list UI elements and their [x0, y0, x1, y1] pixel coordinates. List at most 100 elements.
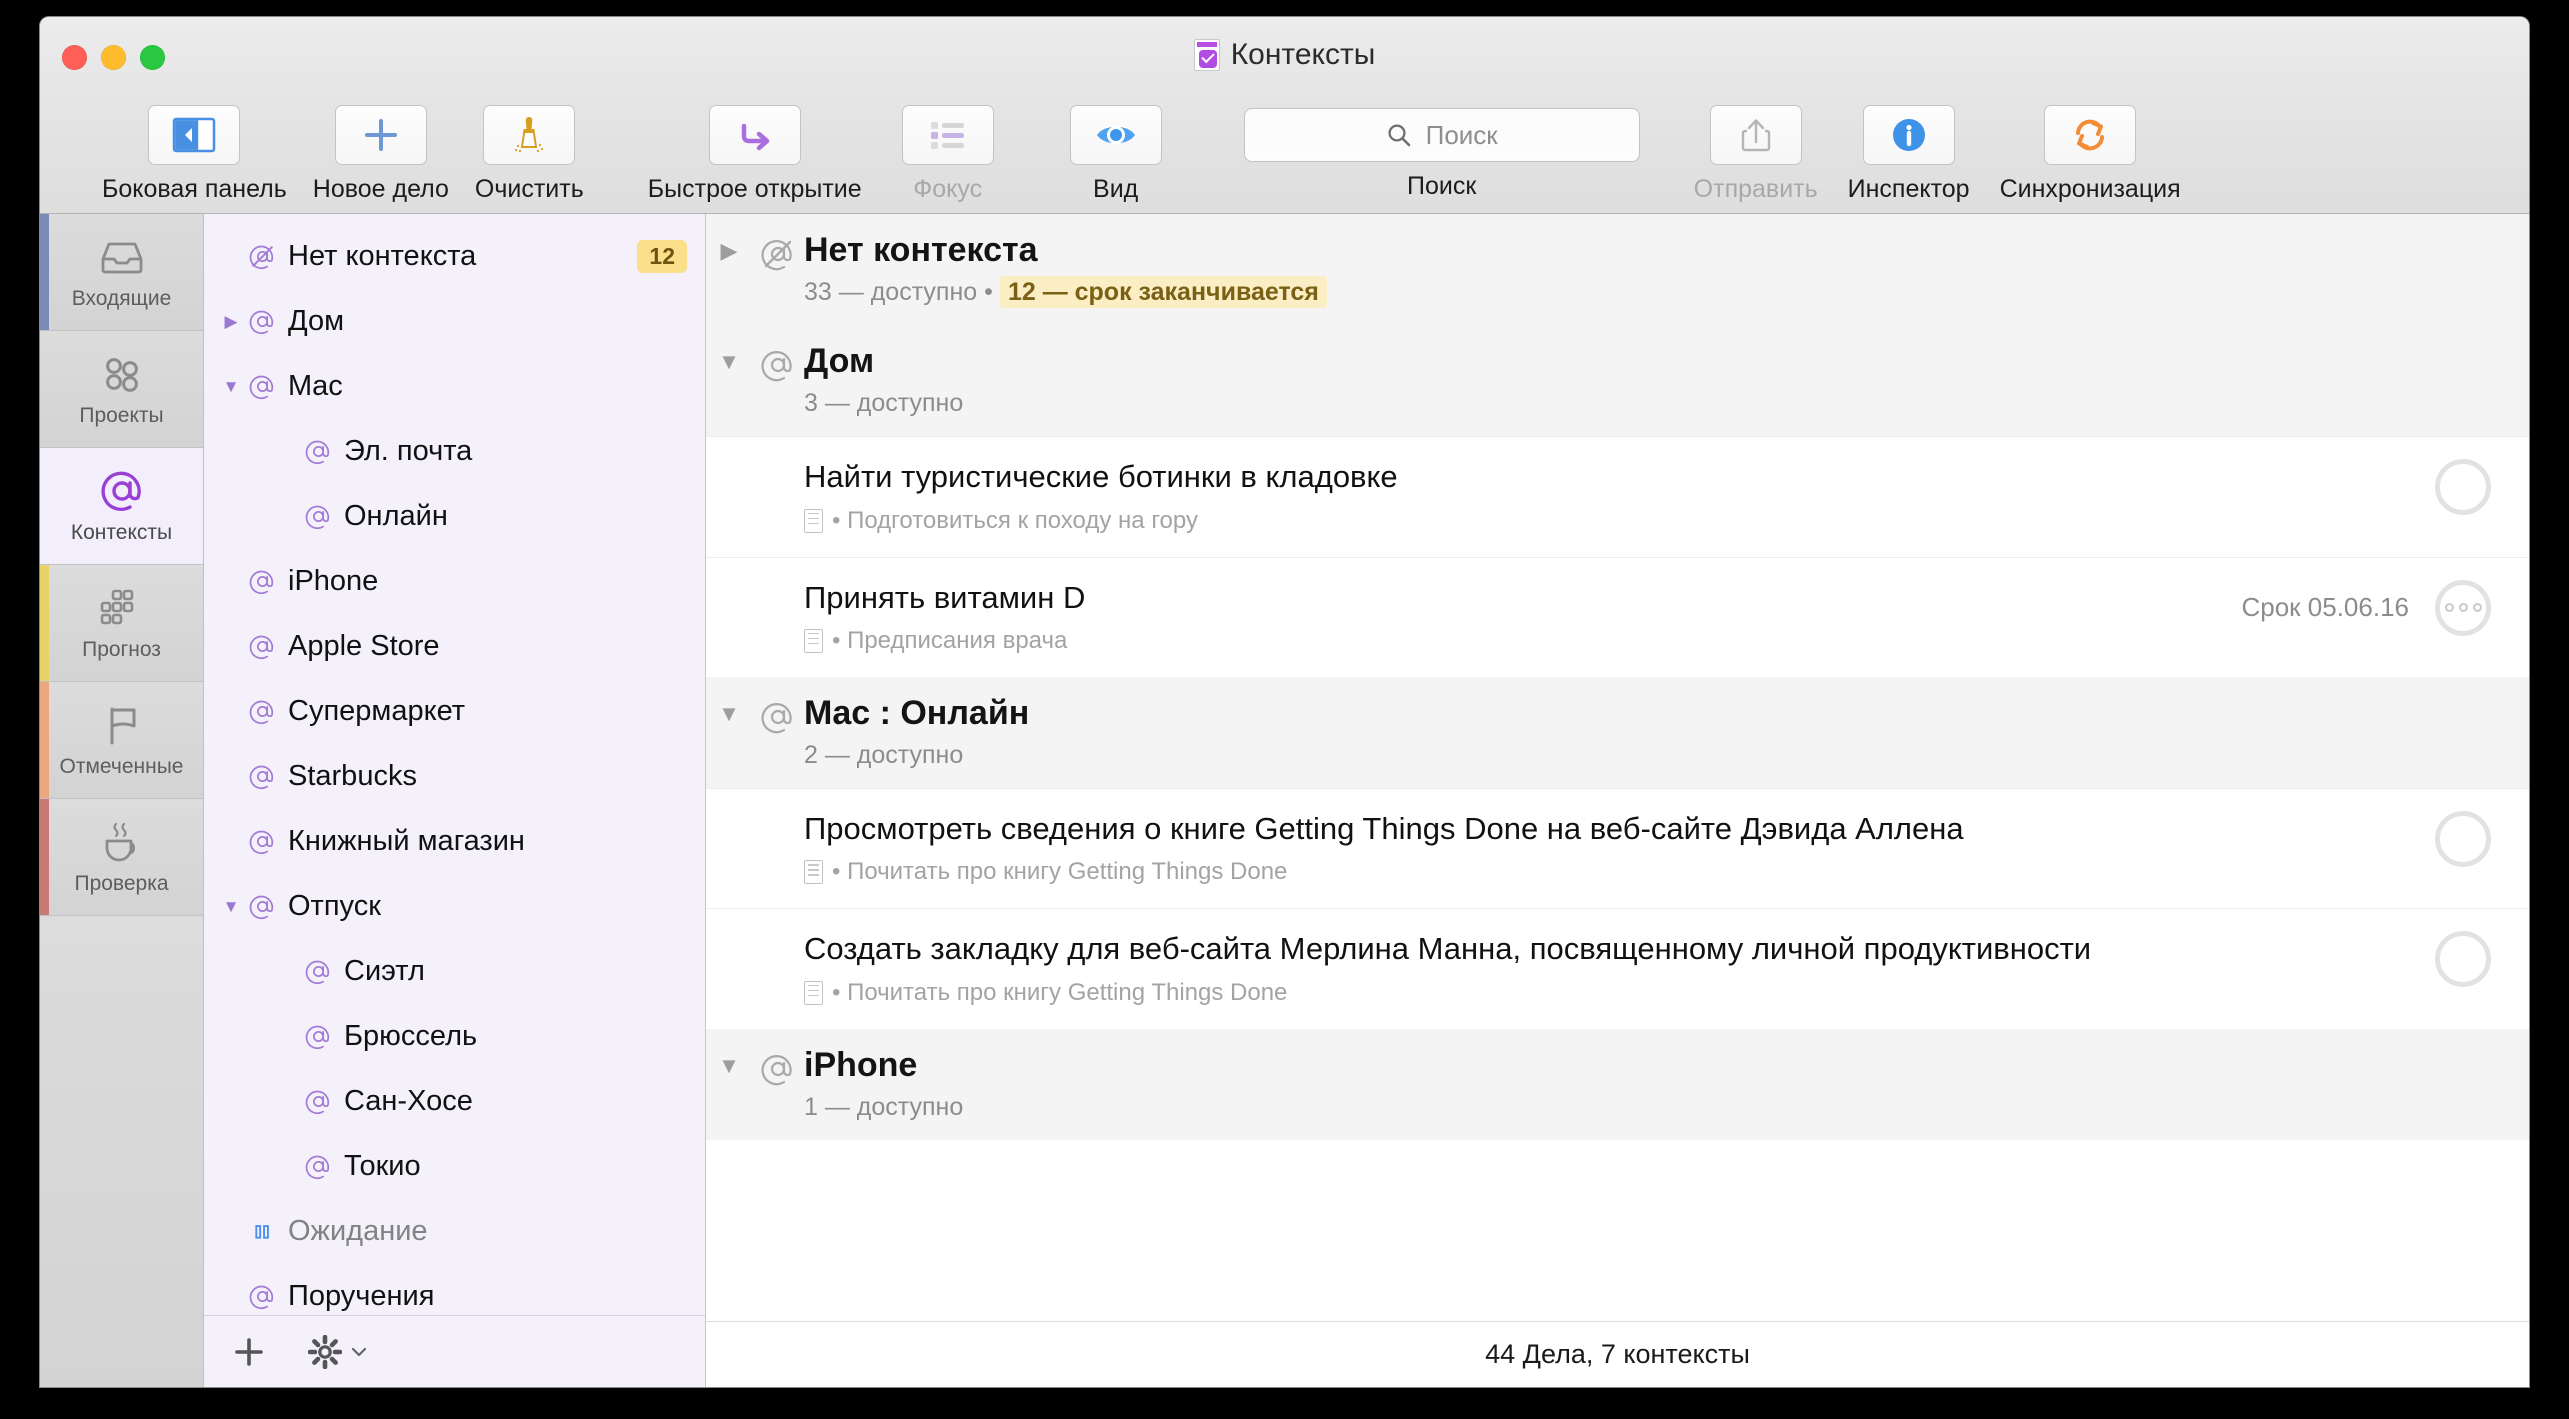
sidebar-item-projects[interactable]: Проекты — [40, 331, 203, 448]
plus-icon[interactable] — [232, 1335, 266, 1369]
toolbar-label-sidebar: Боковая панель — [102, 175, 287, 203]
outline-group-header[interactable]: ▼ Дом 3 — доступно — [706, 325, 2529, 437]
toolbar-label-search: Поиск — [1407, 172, 1477, 200]
at-icon — [244, 566, 280, 597]
context-list-item[interactable]: Книжный магазин — [204, 809, 705, 874]
task-title[interactable]: Просмотреть сведения о книге Getting Thi… — [804, 809, 2419, 849]
context-list-item[interactable]: Нет контекста 12 — [204, 224, 705, 289]
context-list-item[interactable]: Сан-Хосе — [204, 1069, 705, 1134]
sidebar-toggle-button[interactable] — [148, 105, 241, 165]
sidebar-item-review[interactable]: Проверка — [40, 799, 203, 916]
disclosure-open-icon[interactable]: ▼ — [706, 1045, 752, 1079]
toolbar-item-sync[interactable]: Синхронизация — [2000, 105, 2181, 204]
sync-icon — [2076, 119, 2105, 151]
settings-menu-button[interactable] — [308, 1334, 368, 1369]
context-list-item[interactable]: ▼ Отпуск — [204, 874, 705, 939]
task-meta: • Почитать про книгу Getting Things Done — [804, 979, 2419, 1007]
at-icon — [761, 351, 792, 382]
group-title: Дом — [804, 342, 875, 381]
at-icon — [249, 635, 273, 660]
context-list-item[interactable]: Starbucks — [204, 744, 705, 809]
task-right — [2435, 809, 2529, 867]
task-title[interactable]: Создать закладку для веб-сайта Мерлина М… — [804, 929, 2419, 969]
disclosure-open-icon[interactable]: ▼ — [218, 377, 244, 397]
note-icon — [804, 860, 823, 885]
sync-button[interactable] — [2044, 105, 2137, 165]
new-task-button[interactable] — [334, 105, 427, 165]
at-icon — [300, 436, 336, 467]
empty-circle-icon[interactable] — [2435, 810, 2491, 867]
task-main: Просмотреть сведения о книге Getting Thi… — [706, 809, 2435, 886]
context-list-item-label: Брюссель — [344, 1020, 478, 1052]
toolbar-item-search[interactable]: Поиск Поиск — [1243, 105, 1640, 201]
inspector-button[interactable] — [1862, 105, 1955, 165]
toolbar-label-quick-open: Быстрое открытие — [647, 175, 862, 203]
task-main: Найти туристические ботинки в кладовке • … — [706, 457, 2435, 534]
at-icon — [244, 1281, 280, 1312]
context-list-item[interactable]: Поручения — [204, 1264, 705, 1315]
at-icon — [244, 306, 280, 337]
main-content: ▶ Нет контекста 33 — доступно • 12 — срок з… — [706, 214, 2529, 1387]
outline-group-header[interactable]: ▶ Нет контекста 33 — доступно • 12 — срок з… — [706, 214, 2529, 326]
context-list-item[interactable]: Брюссель — [204, 1004, 705, 1069]
empty-circle-icon[interactable] — [2435, 931, 2491, 988]
quick-open-button[interactable] — [708, 105, 801, 165]
task-outline[interactable]: ▶ Нет контекста 33 — доступно • 12 — срок з… — [706, 214, 2529, 1321]
disclosure-open-icon[interactable]: ▼ — [706, 693, 752, 727]
context-list-item-label: Apple Store — [288, 630, 440, 662]
context-list-item[interactable]: Супермаркет — [204, 679, 705, 744]
forecast-icon — [98, 585, 146, 631]
context-list-item[interactable]: iPhone — [204, 549, 705, 614]
toolbar-item-sidebar[interactable]: Боковая панель — [102, 105, 287, 204]
toolbar-item-clean-up[interactable]: Очистить — [475, 105, 584, 204]
focus-button[interactable] — [901, 105, 994, 165]
task-row[interactable]: Просмотреть сведения о книге Getting Thi… — [706, 787, 2529, 908]
toolbar-item-focus[interactable]: Фокус — [901, 105, 994, 204]
at-icon — [249, 375, 273, 400]
context-list-item[interactable]: Ожидание — [204, 1199, 705, 1264]
context-list-item[interactable]: ▶ Дом — [204, 289, 705, 354]
empty-circle-icon[interactable] — [2435, 459, 2491, 516]
disclosure-closed-icon[interactable]: ▶ — [706, 230, 752, 264]
toolbar-label-clean-up: Очистить — [474, 175, 584, 203]
sidebar-label-contexts: Контексты — [70, 520, 173, 544]
context-list-item[interactable]: Apple Store — [204, 614, 705, 679]
share-button[interactable] — [1709, 105, 1802, 165]
search-icon — [1388, 124, 1410, 147]
task-row[interactable]: Создать закладку для веб-сайта Мерлина М… — [706, 908, 2529, 1028]
context-list-item[interactable]: Эл. почта — [204, 419, 705, 484]
clean-up-button[interactable] — [483, 105, 576, 165]
outline-group-header[interactable]: ▼ Mac : Онлайн 2 — доступно — [706, 676, 2529, 788]
context-list-item[interactable]: Сиэтл — [204, 939, 705, 1004]
search-input[interactable]: Поиск — [1243, 108, 1640, 162]
task-project-label: • Подготовиться к походу на гору — [832, 506, 1198, 534]
sidebar-item-contexts[interactable]: Контексты — [40, 448, 203, 565]
toolbar-item-inspector[interactable]: Инспектор — [1848, 105, 1970, 204]
context-list[interactable]: Нет контекста 12 ▶ Дом ▼ Mac Эл. почта Онла… — [204, 214, 705, 1315]
repeating-circle-icon[interactable] — [2435, 579, 2491, 636]
disclosure-closed-icon[interactable]: ▶ — [218, 312, 244, 332]
disclosure-open-icon[interactable]: ▼ — [218, 897, 244, 917]
disclosure-open-icon[interactable]: ▼ — [706, 341, 752, 375]
sidebar-item-inbox[interactable]: Входящие — [40, 214, 203, 331]
task-row[interactable]: Принять витамин D • Предписания врача Срок… — [706, 556, 2529, 677]
task-title[interactable]: Найти туристические ботинки в кладовке — [804, 457, 2419, 497]
toolbar-label-new-task: Новое дело — [312, 175, 449, 203]
at-icon — [305, 440, 329, 465]
toolbar-item-new-task[interactable]: Новое дело — [313, 105, 449, 204]
toolbar-item-quick-open[interactable]: Быстрое открытие — [648, 105, 862, 204]
toolbar-item-view[interactable]: Вид — [1069, 105, 1162, 204]
context-list-item[interactable]: ▼ Mac — [204, 354, 705, 419]
view-button[interactable] — [1069, 105, 1162, 165]
toolbar-item-share[interactable]: Отправить — [1694, 105, 1818, 204]
task-main: Принять витамин D • Предписания врача — [706, 578, 2241, 655]
task-title[interactable]: Принять витамин D — [804, 578, 2225, 618]
sidebar-item-flagged[interactable]: Отмеченные — [40, 682, 203, 799]
context-list-item[interactable]: Токио — [204, 1134, 705, 1199]
outline-group-header[interactable]: ▼ iPhone 1 — доступно — [706, 1028, 2529, 1140]
chevron-down-icon — [351, 1347, 367, 1356]
group-status-line: 3 — доступно — [804, 389, 963, 418]
context-list-item[interactable]: Онлайн — [204, 484, 705, 549]
task-row[interactable]: Найти туристические ботинки в кладовке • … — [706, 436, 2529, 556]
sidebar-item-forecast[interactable]: Прогноз — [40, 565, 203, 682]
